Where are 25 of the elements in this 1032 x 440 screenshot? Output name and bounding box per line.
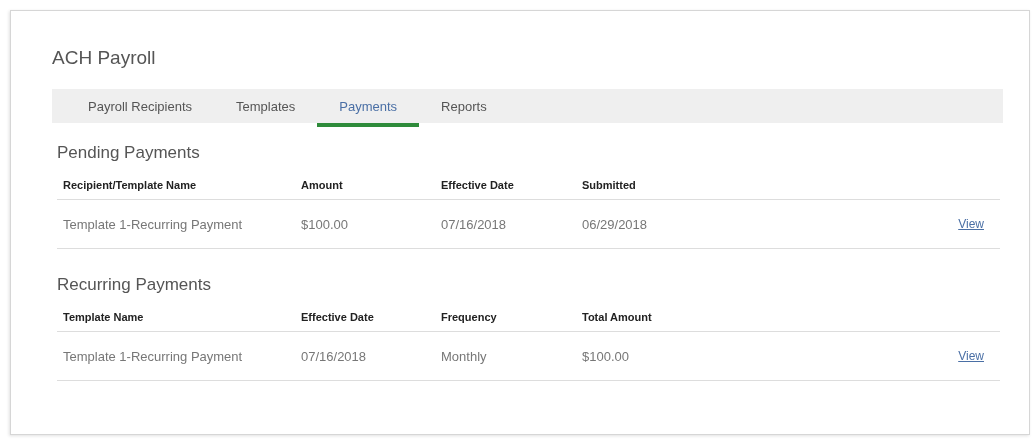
table-cell-text: Template 1-Recurring Payment [62,348,244,364]
section-heading: Recurring Payments [57,275,212,295]
table-cell-text: $100.00 [300,216,349,232]
view-link[interactable]: View [958,349,984,363]
column-header: Template Name [62,311,145,323]
column-header: Amount [300,179,344,191]
table-cell-text: Template 1-Recurring Payment [62,216,244,232]
table-cell-text: 06/29/2018 [581,216,649,232]
column-header: Total Amount [581,311,653,323]
column-header: Submitted [581,179,637,191]
column-header: Frequency [440,311,498,323]
tab[interactable]: Payments [317,89,420,127]
page-title: ACH Payroll [52,47,157,69]
table-cell-text: 07/16/2018 [440,216,508,232]
column-header: Effective Date [440,179,515,191]
section-heading: Pending Payments [57,143,201,163]
tab[interactable]: Reports [419,89,509,127]
table-cell-text: Monthly [440,348,488,364]
table-cell-text: $100.00 [581,348,630,364]
column-header: Effective Date [300,311,375,323]
table-cell-text: 07/16/2018 [300,348,368,364]
view-link[interactable]: View [958,217,984,231]
tab[interactable]: Payroll Recipients [66,89,215,127]
column-header: Recipient/Template Name [62,179,198,191]
tab[interactable]: Templates [214,89,318,127]
